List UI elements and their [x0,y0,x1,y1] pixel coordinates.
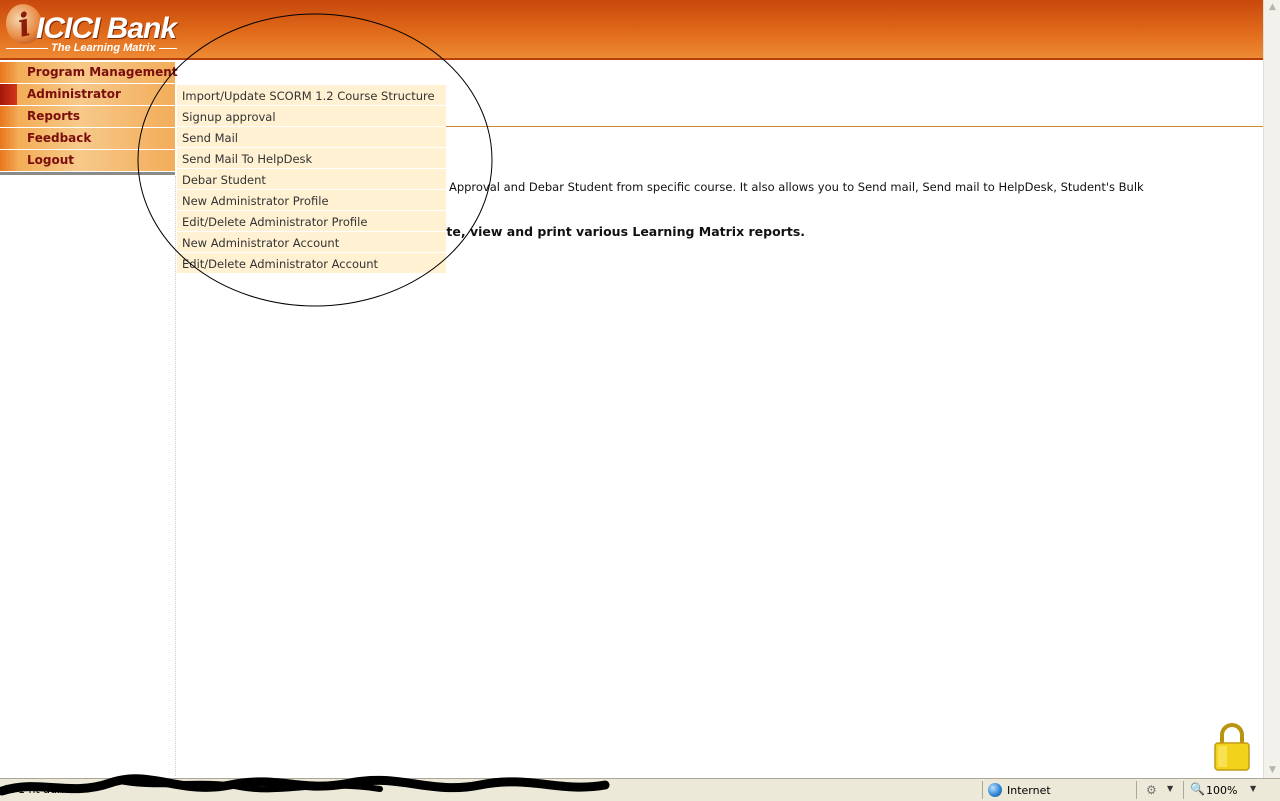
administrator-description: p Approval and Debar Student from specif… [438,180,1144,194]
nav-tab-marker [0,128,17,149]
chevron-down-icon[interactable]: ▼ [1250,784,1256,793]
zoom-magnifier-icon[interactable]: 🔍 [1190,782,1205,796]
menu-item-debar-student[interactable]: Debar Student [177,169,446,190]
icici-logo[interactable]: i ICICI Bank The Learning Matrix [2,0,214,56]
security-zone-label: Internet [1007,784,1051,797]
menu-item-new-admin-account[interactable]: New Administrator Account [177,232,446,253]
nav-item-label: Logout [27,153,75,167]
scroll-down-icon[interactable]: ▼ [1265,763,1280,778]
nav-tab-marker [0,106,17,127]
scroll-up-icon[interactable]: ▲ [1265,0,1280,15]
nav-tab-marker [0,62,17,83]
chevron-down-icon[interactable]: ▼ [1167,784,1173,793]
status-divider [1136,781,1137,799]
nav-item-reports[interactable]: Reports [0,106,175,128]
nav-item-label: Feedback [27,131,92,145]
main-nav: Program Management Administrator Reports… [0,62,178,175]
zoom-level[interactable]: 100% [1206,784,1237,797]
header-banner: i ICICI Bank The Learning Matrix [0,0,1263,60]
nav-item-administrator[interactable]: Administrator [0,84,175,106]
lock-icon [1214,723,1250,771]
nav-item-label: Reports [27,109,81,123]
logo-subtitle-text: The Learning Matrix [51,42,156,55]
protected-mode-icon[interactable]: ⚙ [1146,783,1164,797]
menu-item-send-mail-helpdesk[interactable]: Send Mail To HelpDesk [177,148,446,169]
nav-tab-marker [0,150,17,171]
menu-item-edit-admin-profile[interactable]: Edit/Delete Administrator Profile [177,211,446,232]
reports-description: ate, view and print various Learning Mat… [438,224,806,239]
logo-subtitle: The Learning Matrix [6,42,206,56]
nav-item-feedback[interactable]: Feedback [0,128,175,150]
nav-item-label: Administrator [27,87,121,101]
menu-item-edit-admin-account[interactable]: Edit/Delete Administrator Account [177,253,446,274]
vertical-scrollbar[interactable]: ▲ ▼ [1263,0,1280,778]
menu-item-import-scorm[interactable]: Import/Update SCORM 1.2 Course Structure [177,85,446,106]
menu-item-send-mail[interactable]: Send Mail [177,127,446,148]
logo-text: ICICI Bank [36,12,177,45]
menu-item-signup-approval[interactable]: Signup approval [177,106,446,127]
status-divider [982,781,983,799]
redaction-scribble [0,774,610,796]
internet-globe-icon [988,783,1002,797]
nav-item-program-management[interactable]: Program Management [0,62,178,84]
nav-tab-marker [0,84,17,105]
browser-status-bar: 2. 1 ht admin Internet ⚙ ▼ 🔍 100% ▼ [0,774,1280,801]
status-divider [1183,781,1184,799]
menu-item-new-admin-profile[interactable]: New Administrator Profile [177,190,446,211]
administrator-dropdown-menu: Import/Update SCORM 1.2 Course Structure… [177,85,446,274]
nav-item-label: Program Management [27,65,178,79]
content-divider [446,126,1263,127]
nav-item-logout[interactable]: Logout [0,150,175,172]
